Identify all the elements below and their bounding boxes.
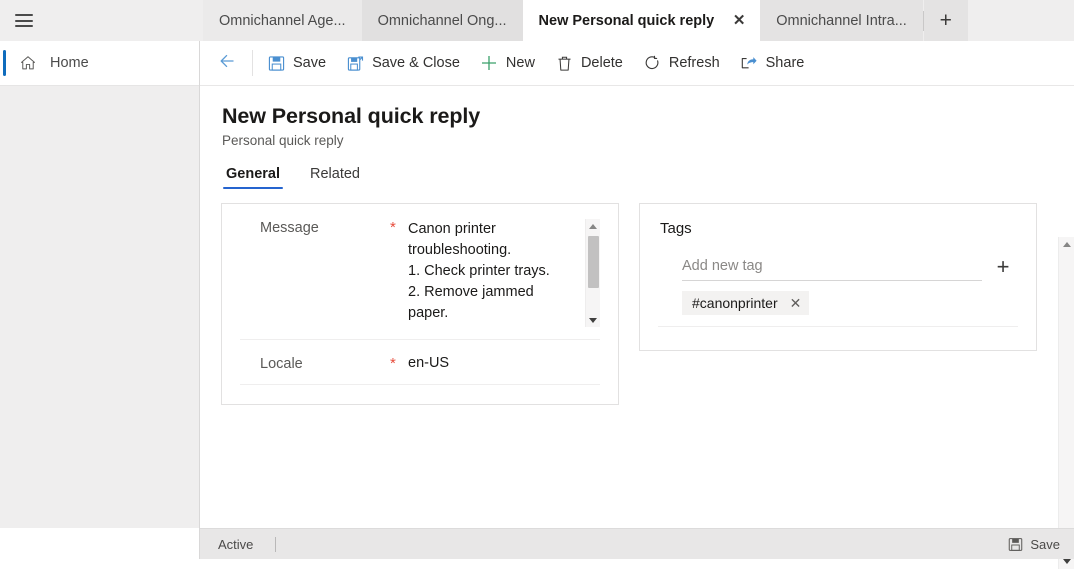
tag-chip-list: #canonprinter ✕ [658,281,1018,327]
page-scrollbar[interactable] [1058,237,1074,569]
tab-omnichannel-intra[interactable]: Omnichannel Intra... [760,0,923,41]
general-fields-card: Message * Canon printer troubleshooting.… [221,203,619,405]
tab-general[interactable]: General [223,166,283,189]
locale-field-value[interactable]: en-US [408,355,600,371]
field-row-locale: Locale * en-US [240,340,600,385]
refresh-icon [643,54,662,73]
command-bar-separator [252,50,253,76]
form-tab-label: Related [310,166,360,182]
tab-label: New Personal quick reply [538,12,715,29]
share-button[interactable]: Share [730,42,815,84]
card-trailing-space [240,385,600,415]
status-badge: Active [218,536,254,552]
left-navigation-panel: Home [0,41,200,559]
trash-icon [555,54,574,73]
hamburger-menu-button[interactable] [0,0,48,41]
form-tab-list: General Related [222,166,1074,189]
command-bar: Save Save & Close New Delete Refresh Sha… [200,41,1074,86]
chevron-up-icon[interactable] [586,219,600,233]
command-label: Save & Close [372,55,460,71]
tab-omnichannel-ongoing[interactable]: Omnichannel Ong... [361,0,523,41]
command-label: Share [765,55,805,71]
tab-related[interactable]: Related [307,166,363,189]
tab-strip-spacer [48,0,203,41]
app-root: Omnichannel Age... Omnichannel Ong... Ne… [0,0,1074,569]
page-subtitle: Personal quick reply [222,133,344,148]
sidebar-item-label: Home [50,55,89,71]
form-header: New Personal quick reply Personal quick … [200,86,1074,189]
status-state-group: Active [218,536,277,552]
tab-strip-empty-area [967,0,1074,41]
message-textarea[interactable]: Canon printer troubleshooting. 1. Check … [408,219,600,327]
field-row-message: Message * Canon printer troubleshooting.… [240,204,600,340]
browser-tab-strip: Omnichannel Age... Omnichannel Ong... Ne… [0,0,1074,41]
hamburger-icon [15,14,33,27]
tab-label: Omnichannel Ong... [377,12,507,29]
chevron-down-icon[interactable] [586,313,600,327]
delete-button[interactable]: Delete [545,42,633,84]
required-indicator: * [390,355,396,372]
form-body: Message * Canon printer troubleshooting.… [200,189,1074,405]
save-button[interactable]: Save [257,42,336,84]
form-tab-label: General [226,166,280,182]
tag-input-row: + [658,254,1018,281]
tab-label: Omnichannel Age... [219,12,346,29]
save-icon [1007,536,1023,552]
command-label: Delete [580,55,623,71]
message-line: 1. Check printer trays. [408,263,550,279]
close-icon[interactable]: ✕ [728,10,750,32]
plus-icon: + [939,8,952,32]
new-button[interactable]: New [470,42,545,84]
message-line: Canon printer [408,221,496,237]
status-save-button[interactable]: Save [1007,536,1060,552]
message-line: 2. Remove jammed [408,284,534,300]
main-content-area: Save Save & Close New Delete Refresh Sha… [200,41,1074,569]
message-field-value[interactable]: Canon printer troubleshooting. 1. Check … [408,219,600,327]
tag-chip-label: #canonprinter [692,295,778,311]
home-icon [18,53,38,73]
required-indicator: * [390,219,396,236]
tab-new-personal-quick-reply[interactable]: New Personal quick reply ✕ [522,0,761,41]
back-button[interactable] [206,42,248,84]
save-and-close-button[interactable]: Save & Close [336,42,470,84]
message-scrollbar[interactable] [585,219,600,327]
message-label: Message [260,220,319,236]
tab-omnichannel-agent[interactable]: Omnichannel Age... [203,0,362,41]
chevron-up-icon[interactable] [1059,237,1074,252]
page-title: New Personal quick reply [222,104,481,128]
back-arrow-icon [217,51,237,76]
save-icon [267,54,286,73]
new-tab-button[interactable]: + [923,0,968,41]
add-new-tag-input[interactable] [682,258,982,281]
status-bar-left-corner [0,528,200,559]
tags-section-title: Tags [660,220,692,237]
sidebar-item-home[interactable]: Home [0,41,199,86]
tab-label: Omnichannel Intra... [776,12,907,29]
selected-accent-bar [3,50,6,76]
add-tag-button[interactable]: + [990,254,1016,280]
save-and-close-icon [346,54,365,73]
tag-chip[interactable]: #canonprinter ✕ [682,291,810,315]
message-line: troubleshooting. [408,242,512,258]
status-bar: Active Save [200,528,1074,559]
scrollbar-thumb[interactable] [588,236,599,288]
plus-icon [480,54,499,73]
close-icon[interactable]: ✕ [790,296,802,310]
command-label: Save [293,55,327,71]
command-label: Refresh [668,55,720,71]
command-label: New [505,55,535,71]
status-divider [275,536,277,552]
share-icon [740,54,759,73]
locale-label: Locale [260,356,303,372]
message-line: paper. [408,305,449,321]
plus-icon: + [996,254,1010,279]
status-save-label: Save [1030,536,1060,552]
refresh-button[interactable]: Refresh [633,42,730,84]
tags-card: Tags + #canonprinter ✕ [639,203,1037,351]
